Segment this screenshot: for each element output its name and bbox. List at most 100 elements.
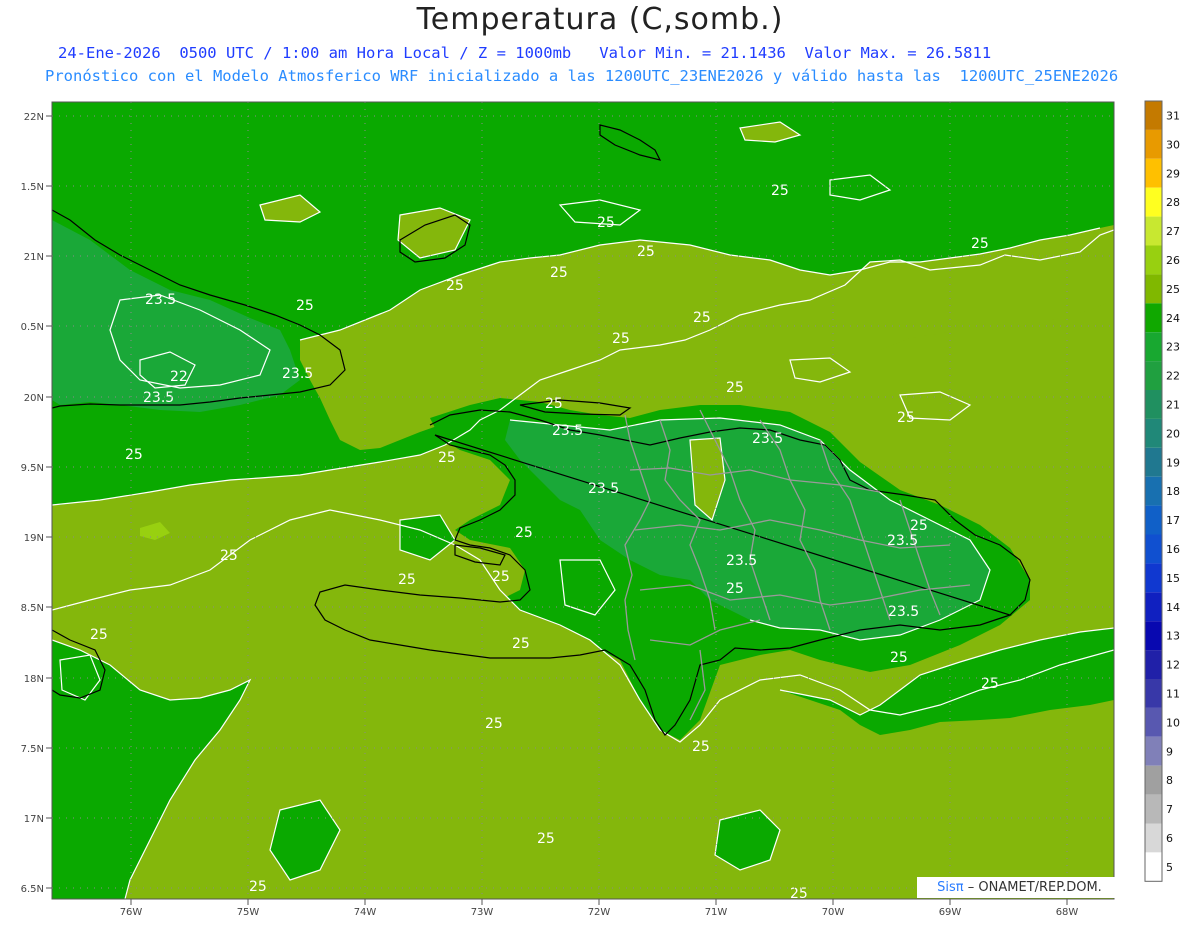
- colorbar-label: 14: [1166, 601, 1180, 614]
- contour-label: 25: [790, 886, 808, 902]
- colorbar-swatch: [1145, 447, 1162, 477]
- sispi-logo: Sisπ: [937, 880, 964, 895]
- colorbar-label: 13: [1166, 630, 1180, 643]
- contour-label: 23.5: [752, 431, 783, 447]
- lon-tick-label: 75W: [237, 907, 260, 918]
- colorbar-swatch: [1145, 101, 1162, 130]
- temperature-map: 25 25 25 25 25 23.5 25 25 23.5 25 25 25 …: [21, 100, 1180, 918]
- lat-tick-label: 9.5N: [21, 463, 44, 474]
- colorbar-swatch: [1145, 621, 1162, 651]
- contour-label: 25: [515, 525, 533, 541]
- map-plot-area: 25 25 25 25 25 23.5 25 25 23.5 25 25 25 …: [52, 102, 1114, 902]
- lat-tick-label: 1.5N: [21, 182, 44, 193]
- contour-label: 25: [550, 265, 568, 281]
- colorbar-swatch: [1145, 592, 1162, 622]
- colorbar-label: 29: [1166, 167, 1180, 180]
- colorbar-label: 5: [1166, 861, 1173, 874]
- contour-label: 25: [597, 215, 615, 231]
- colorbar-swatch: [1145, 158, 1162, 188]
- colorbar-swatch: [1145, 303, 1162, 333]
- colorbar-swatch: [1145, 765, 1162, 795]
- colorbar-swatch: [1145, 823, 1162, 853]
- contour-label: 23.5: [143, 390, 174, 406]
- colorbar-swatch: [1145, 707, 1162, 737]
- contour-label: 25: [537, 831, 555, 847]
- colorbar-label: 28: [1166, 196, 1180, 209]
- temperature-colorbar: 31 30 29 28 27 26 25 24 23 22 21 20 19 18 17 16 15 14 13 12…: [1144, 100, 1180, 882]
- lon-tick-label: 74W: [354, 907, 377, 918]
- colorbar-swatch: [1145, 505, 1162, 535]
- lon-tick-label: 73W: [471, 907, 494, 918]
- contour-label: 25: [726, 581, 744, 597]
- contour-label: 25: [485, 716, 503, 732]
- contour-label: 25: [971, 236, 989, 252]
- contour-label: 25: [726, 380, 744, 396]
- latitude-axis: 22N 1.5N 21N 0.5N 20N 9.5N 19N 8.5N 18N …: [21, 112, 44, 895]
- lon-tick-label: 70W: [822, 907, 845, 918]
- contour-label: 25: [897, 410, 915, 426]
- contour-label: 25: [890, 650, 908, 666]
- contour-label: 23.5: [887, 533, 918, 549]
- colorbar-label: 11: [1166, 687, 1180, 700]
- colorbar-swatch: [1145, 534, 1162, 564]
- colorbar-swatch: [1145, 361, 1162, 390]
- colorbar-label: 12: [1166, 659, 1180, 672]
- colorbar-label: 6: [1166, 832, 1173, 845]
- contour-label: 23.5: [888, 604, 919, 620]
- colorbar-swatch: [1145, 129, 1162, 159]
- lat-tick-label: 19N: [24, 533, 44, 544]
- colorbar-swatch: [1145, 679, 1162, 708]
- lat-tick-marks: [46, 115, 52, 889]
- colorbar-label: 16: [1166, 543, 1180, 556]
- colorbar-swatch: [1145, 245, 1162, 275]
- contour-label: 25: [398, 572, 416, 588]
- colorbar-label: 23: [1166, 341, 1180, 354]
- contour-label: 23.5: [552, 423, 583, 439]
- colorbar-label: 21: [1166, 398, 1180, 411]
- contour-label: 25: [512, 636, 530, 652]
- lon-tick-label: 69W: [939, 907, 962, 918]
- lon-tick-label: 76W: [120, 907, 143, 918]
- colorbar-label: 10: [1166, 716, 1180, 729]
- contour-label: 25: [249, 879, 267, 895]
- colorbar-label: 20: [1166, 427, 1180, 440]
- colorbar-swatch: [1145, 332, 1162, 362]
- contour-label: 22: [170, 369, 188, 385]
- contour-label: 25: [438, 450, 456, 466]
- colorbar-swatch: [1145, 650, 1162, 679]
- contour-label: 25: [612, 331, 630, 347]
- lat-tick-label: 21N: [24, 252, 44, 263]
- colorbar-label: 7: [1166, 803, 1173, 816]
- lon-tick-marks: [130, 899, 1068, 905]
- colorbar-label: 27: [1166, 225, 1180, 238]
- lon-tick-label: 71W: [705, 907, 728, 918]
- lat-tick-label: 17N: [24, 814, 44, 825]
- contour-label: 25: [771, 183, 789, 199]
- colorbar-swatch: [1145, 274, 1162, 304]
- colorbar-swatch: [1145, 476, 1162, 506]
- contour-label: 23.5: [282, 366, 313, 382]
- colorbar-swatch: [1145, 852, 1162, 882]
- colorbar-label: 26: [1166, 254, 1180, 267]
- lon-tick-label: 68W: [1056, 907, 1079, 918]
- contour-label: 23.5: [145, 292, 176, 308]
- contour-label: 25: [492, 569, 510, 585]
- colorbar-swatch: [1145, 794, 1162, 824]
- colorbar-swatch: [1145, 216, 1162, 246]
- contour-label: 25: [910, 518, 928, 534]
- colorbar-swatch: [1145, 187, 1162, 217]
- colorbar-label: 31: [1166, 109, 1180, 122]
- colorbar-label: 25: [1166, 283, 1180, 296]
- colorbar-label: 19: [1166, 456, 1180, 469]
- lat-tick-label: 20N: [24, 393, 44, 404]
- lon-tick-label: 72W: [588, 907, 611, 918]
- source-credit: Sisπ – ONAMET/REP.DOM.: [917, 877, 1122, 898]
- colorbar-label: 24: [1166, 312, 1180, 325]
- colorbar-label: 17: [1166, 514, 1180, 527]
- lat-tick-label: 0.5N: [21, 322, 44, 333]
- contour-label: 23.5: [726, 553, 757, 569]
- contour-label: 25: [446, 278, 464, 294]
- longitude-axis: 76W 75W 74W 73W 72W 71W 70W 69W 68W: [120, 907, 1079, 918]
- colorbar-swatch: [1145, 563, 1162, 593]
- contour-label: 25: [90, 627, 108, 643]
